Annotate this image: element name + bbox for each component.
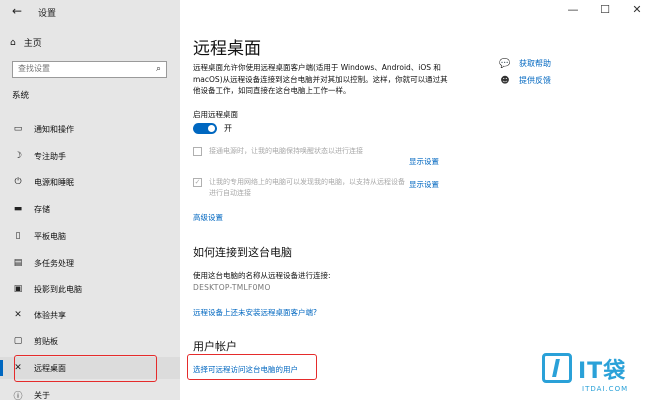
show-settings-link-1[interactable]: 显示设置 — [409, 156, 439, 167]
highlight-box-select-users — [187, 354, 317, 380]
power-icon: ⏻ — [14, 177, 22, 187]
get-help-link[interactable]: 获取帮助 — [519, 58, 551, 69]
highlight-box-remote-desktop — [14, 355, 157, 382]
checkmark-icon: ✓ — [194, 178, 201, 186]
sidebar-item-tablet[interactable]: ▯ 平板电脑 — [0, 225, 180, 247]
watermark-logo: IT袋 ITDAI.COM — [542, 353, 642, 397]
sidebar-item-power[interactable]: ⏻ 电源和睡眠 — [0, 171, 180, 193]
sidebar-item-label: 平板电脑 — [34, 231, 66, 241]
keep-awake-row: 接通电源时，让我的电脑保持唤醒状态以进行连接 — [193, 146, 409, 157]
sidebar-item-shared-experiences[interactable]: ✕ 体验共享 — [0, 304, 180, 326]
sidebar-item-focus-assist[interactable]: ☽ 专注助手 — [0, 145, 180, 167]
logo-subtext: ITDAI.COM — [582, 385, 629, 393]
sidebar-item-multitasking[interactable]: ▤ 多任务处理 — [0, 252, 180, 274]
notification-icon: ▭ — [13, 124, 23, 134]
enable-remote-desktop-label: 启用远程桌面 — [193, 110, 238, 119]
projecting-icon: ▣ — [13, 284, 23, 294]
how-to-connect-heading: 如何连接到这台电脑 — [193, 246, 292, 259]
discoverable-checkbox[interactable]: ✓ — [193, 178, 202, 187]
no-client-installed-link[interactable]: 远程设备上还未安装远程桌面客户端? — [193, 307, 317, 318]
multitasking-icon: ▤ — [13, 258, 23, 268]
show-settings-link-2[interactable]: 显示设置 — [409, 179, 439, 190]
minimize-button[interactable]: — — [566, 3, 580, 16]
toggle-state-label: 开 — [224, 124, 232, 133]
sidebar-item-label: 剪贴板 — [34, 336, 58, 346]
window-controls: — ☐ ✕ — [566, 3, 644, 16]
pc-name-value: DESKTOP-TMLF0MO — [193, 283, 271, 292]
sidebar-item-label: 电源和睡眠 — [34, 177, 74, 187]
search-icon[interactable]: ⌕ — [156, 64, 161, 74]
keep-awake-checkbox[interactable] — [193, 147, 202, 156]
sidebar-home[interactable]: ⌂ 主页 — [10, 36, 42, 50]
sidebar-item-label: 多任务处理 — [34, 258, 74, 268]
search-box[interactable]: ⌕ — [12, 61, 167, 78]
sidebar-item-notifications[interactable]: ▭ 通知和操作 — [0, 118, 180, 140]
tablet-icon: ▯ — [15, 231, 21, 241]
help-panel: 💬 获取帮助 ☻ 提供反馈 — [499, 58, 551, 92]
advanced-settings-link[interactable]: 高级设置 — [193, 212, 223, 223]
title-bar-right: — ☐ ✕ — [180, 0, 650, 24]
logo-mark-icon — [542, 353, 572, 383]
sidebar-item-label: 存储 — [34, 204, 50, 214]
sidebar-item-projecting[interactable]: ▣ 投影到此电脑 — [0, 278, 180, 300]
get-help-row[interactable]: 💬 获取帮助 — [499, 58, 551, 69]
close-button[interactable]: ✕ — [630, 3, 644, 16]
page-title: 远程桌面 — [193, 39, 261, 59]
sidebar-item-storage[interactable]: ▬ 存储 — [0, 198, 180, 220]
use-pc-name-text: 使用这台电脑的名称从远程设备进行连接: — [193, 271, 331, 280]
clipboard-icon: ▢ — [13, 336, 23, 346]
sidebar-item-label: 投影到此电脑 — [34, 284, 82, 294]
search-input[interactable] — [18, 64, 146, 73]
page-description: 远程桌面允许你使用远程桌面客户端(适用于 Windows、Android、iOS… — [193, 63, 448, 95]
sidebar-item-label: 专注助手 — [34, 151, 66, 161]
back-arrow-icon[interactable]: ← — [12, 4, 22, 18]
discoverable-label: 让我的专用网络上的电脑可以发现我的电脑，以支持从远程设备进行自动连接 — [209, 178, 405, 197]
window-title: 设置 — [38, 9, 57, 19]
storage-icon: ▬ — [13, 204, 23, 214]
sidebar-section-label: 系统 — [12, 91, 30, 101]
keep-awake-label: 接通电源时，让我的电脑保持唤醒状态以进行连接 — [209, 147, 363, 155]
title-bar-left: ← 设置 — [0, 0, 180, 24]
maximize-button[interactable]: ☐ — [598, 3, 612, 16]
toggle-knob — [208, 125, 215, 132]
feedback-link[interactable]: 提供反馈 — [519, 75, 551, 86]
sidebar-item-label: 通知和操作 — [34, 124, 74, 134]
user-accounts-heading: 用户帐户 — [193, 340, 237, 353]
sidebar-item-label: 关于 — [34, 390, 50, 400]
help-chat-icon: 💬 — [499, 58, 511, 69]
title-bar: ← 设置 — ☐ ✕ — [0, 0, 650, 24]
logo-text: IT袋 — [578, 359, 627, 384]
feedback-icon: ☻ — [500, 75, 510, 86]
sidebar-home-label: 主页 — [23, 39, 42, 49]
main-content: 远程桌面 远程桌面允许你使用远程桌面客户端(适用于 Windows、Androi… — [180, 24, 650, 400]
discoverable-row: ✓ 让我的专用网络上的电脑可以发现我的电脑，以支持从远程设备进行自动连接 — [193, 177, 409, 198]
feedback-row[interactable]: ☻ 提供反馈 — [499, 75, 551, 86]
sidebar-item-clipboard[interactable]: ▢ 剪贴板 — [0, 330, 180, 352]
sidebar-item-label: 体验共享 — [34, 310, 66, 320]
sidebar: ⌂ 主页 ⌕ 系统 ▭ 通知和操作 ☽ 专注助手 ⏻ 电源和睡眠 ▬ 存储 ▯ … — [0, 24, 180, 402]
remote-desktop-toggle[interactable] — [193, 123, 217, 134]
focus-assist-icon: ☽ — [13, 151, 23, 161]
home-icon: ⌂ — [10, 37, 16, 48]
shared-experiences-icon: ✕ — [14, 310, 22, 320]
sidebar-item-about[interactable]: ⓘ 关于 — [0, 384, 180, 406]
